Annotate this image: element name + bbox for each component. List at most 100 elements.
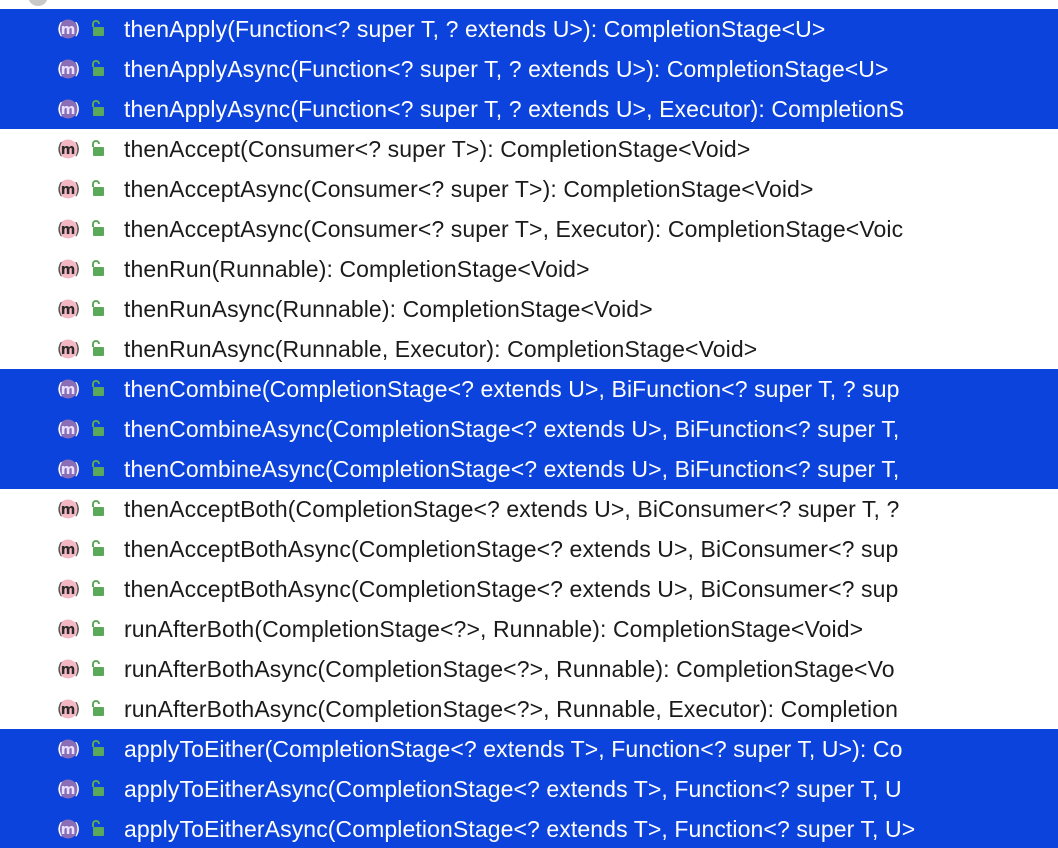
- member-list[interactable]: (m) thenApply(Function<? super T, ? exten…: [0, 9, 1058, 848]
- method-m-icon: (m): [57, 419, 80, 439]
- method-m-icon: (m): [57, 19, 80, 39]
- svg-text:): ): [74, 59, 80, 78]
- member-list-item[interactable]: (m) thenRunAsync(Runnable): CompletionSta…: [0, 289, 1058, 329]
- public-lock-icon: [92, 780, 104, 796]
- svg-text:): ): [74, 99, 80, 118]
- member-list-item[interactable]: (m) applyToEither(CompletionStage<? exten…: [0, 729, 1058, 769]
- member-signature: thenAcceptAsync(Consumer<? super T>): Co…: [124, 175, 813, 203]
- public-lock-icon: [92, 540, 104, 556]
- member-signature: thenCombineAsync(CompletionStage<? exten…: [124, 455, 899, 483]
- method-name: thenCombine: [124, 376, 262, 402]
- public-lock-icon: [92, 140, 104, 156]
- svg-text:): ): [74, 459, 80, 478]
- public-lock-icon: [92, 460, 104, 476]
- member-signature: thenCombine(CompletionStage<? extends U>…: [124, 375, 900, 403]
- member-list-item[interactable]: (m) runAfterBothAsync(CompletionStage<?>,…: [0, 689, 1058, 729]
- public-lock-icon: [92, 740, 104, 756]
- method-params-return: (CompletionStage<? extends U>, BiFunctio…: [325, 416, 900, 442]
- method-params-return: (CompletionStage<?>, Runnable, Executor)…: [317, 696, 898, 722]
- public-lock-icon: [92, 60, 104, 76]
- method-m-icon: (m): [57, 659, 80, 679]
- method-m-icon: (m): [57, 699, 80, 719]
- method-m-icon: (m): [57, 499, 80, 519]
- member-list-item[interactable]: (m) thenAcceptBoth(CompletionStage<? exte…: [0, 489, 1058, 529]
- public-lock-icon: [92, 820, 104, 836]
- svg-text:): ): [74, 659, 80, 678]
- svg-text:): ): [74, 419, 80, 438]
- member-signature: thenAcceptAsync(Consumer<? super T>, Exe…: [124, 215, 903, 243]
- member-list-item[interactable]: (m) thenAcceptAsync(Consumer<? super T>, …: [0, 209, 1058, 249]
- member-signature: runAfterBothAsync(CompletionStage<?>, Ru…: [124, 695, 898, 723]
- member-list-item[interactable]: (m) thenAcceptBothAsync(CompletionStage<?…: [0, 529, 1058, 569]
- member-list-item[interactable]: (m) thenAcceptBothAsync(CompletionStage<?…: [0, 569, 1058, 609]
- method-name: thenAccept: [124, 136, 241, 162]
- method-name: thenRunAsync: [124, 336, 275, 362]
- member-list-item[interactable]: (m) thenRunAsync(Runnable, Executor): Com…: [0, 329, 1058, 369]
- method-params-return: (CompletionStage<?>, Runnable): Completi…: [254, 616, 864, 642]
- svg-text:): ): [74, 179, 80, 198]
- member-list-item[interactable]: (m) runAfterBoth(CompletionStage<?>, Runn…: [0, 609, 1058, 649]
- method-m-icon: (m): [57, 99, 80, 119]
- public-lock-icon: [92, 580, 104, 596]
- member-list-item[interactable]: (m) runAfterBothAsync(CompletionStage<?>,…: [0, 649, 1058, 689]
- method-name: thenAcceptBothAsync: [124, 576, 351, 602]
- method-name: runAfterBoth: [124, 616, 255, 642]
- svg-text:): ): [74, 579, 80, 598]
- member-list-item[interactable]: (m) thenCombineAsync(CompletionStage<? ex…: [0, 409, 1058, 449]
- method-name: thenCombineAsync: [124, 416, 326, 442]
- svg-text:): ): [74, 699, 80, 718]
- method-params-return: (Runnable): CompletionStage<Void>: [274, 296, 653, 322]
- method-m-icon: (m): [57, 59, 80, 79]
- svg-text:): ): [74, 259, 80, 278]
- member-list-item[interactable]: (m) thenCombineAsync(CompletionStage<? ex…: [0, 449, 1058, 489]
- public-lock-icon: [92, 340, 104, 356]
- method-m-icon: (m): [57, 539, 80, 559]
- svg-text:): ): [74, 619, 80, 638]
- member-list-item[interactable]: (m) applyToEitherAsync(CompletionStage<? …: [0, 769, 1058, 809]
- member-list-item[interactable]: (m) thenRun(Runnable): CompletionStage<Vo…: [0, 249, 1058, 289]
- method-m-icon: (m): [57, 179, 80, 199]
- public-lock-icon: [92, 500, 104, 516]
- method-params-return: (CompletionStage<? extends T>, Function<…: [327, 816, 916, 842]
- method-params-return: (CompletionStage<?>, Runnable): Completi…: [317, 656, 895, 682]
- public-lock-icon: [92, 180, 104, 196]
- member-list-item[interactable]: (m) thenAccept(Consumer<? super T>): Comp…: [0, 129, 1058, 169]
- method-name: runAfterBothAsync: [124, 656, 318, 682]
- method-m-icon: (m): [57, 379, 80, 399]
- method-params-return: (CompletionStage<? extends U>, BiFunctio…: [261, 376, 900, 402]
- method-m-icon: (m): [57, 139, 80, 159]
- method-params-return: (CompletionStage<? extends T>, Function<…: [327, 776, 902, 802]
- member-list-item[interactable]: (m) thenApplyAsync(Function<? super T, ? …: [0, 89, 1058, 129]
- member-signature: runAfterBoth(CompletionStage<?>, Runnabl…: [124, 615, 863, 643]
- method-params-return: (Runnable, Executor): CompletionStage<Vo…: [274, 336, 758, 362]
- method-params-return: (CompletionStage<? extends U>, BiFunctio…: [325, 456, 900, 482]
- method-name: thenRunAsync: [124, 296, 275, 322]
- method-m-icon: (m): [57, 779, 80, 799]
- member-signature: thenCombineAsync(CompletionStage<? exten…: [124, 415, 899, 443]
- previous-row-edge: [0, 0, 1058, 9]
- public-lock-icon: [92, 260, 104, 276]
- method-m-icon: (m): [57, 299, 80, 319]
- method-params-return: (Runnable): CompletionStage<Void>: [211, 256, 590, 282]
- svg-text:): ): [74, 139, 80, 158]
- public-lock-icon: [92, 300, 104, 316]
- method-params-return: (CompletionStage<? extends U>, BiConsume…: [287, 496, 900, 522]
- member-signature: applyToEitherAsync(CompletionStage<? ext…: [124, 775, 902, 803]
- member-signature: thenAcceptBoth(CompletionStage<? extends…: [124, 495, 899, 523]
- member-signature: thenApply(Function<? super T, ? extends …: [124, 15, 825, 43]
- svg-text:): ): [74, 299, 80, 318]
- member-list-item[interactable]: (m) applyToEitherAsync(CompletionStage<? …: [0, 809, 1058, 848]
- method-name: applyToEitherAsync: [124, 776, 328, 802]
- member-signature: thenRun(Runnable): CompletionStage<Void>: [124, 255, 590, 283]
- public-lock-icon: [92, 20, 104, 36]
- member-list-item[interactable]: (m) thenCombine(CompletionStage<? extends…: [0, 369, 1058, 409]
- member-list-item[interactable]: (m) thenAcceptAsync(Consumer<? super T>):…: [0, 169, 1058, 209]
- method-params-return: (Consumer<? super T>): CompletionStage<V…: [240, 136, 751, 162]
- method-params-return: (CompletionStage<? extends U>, BiConsume…: [350, 576, 899, 602]
- method-name: thenAcceptBoth: [124, 496, 288, 522]
- method-name: thenRun: [124, 256, 212, 282]
- member-list-item[interactable]: (m) thenApply(Function<? super T, ? exten…: [0, 9, 1058, 49]
- member-list-item[interactable]: (m) thenApplyAsync(Function<? super T, ? …: [0, 49, 1058, 89]
- public-lock-icon: [92, 220, 104, 236]
- method-name: thenApply: [124, 16, 228, 42]
